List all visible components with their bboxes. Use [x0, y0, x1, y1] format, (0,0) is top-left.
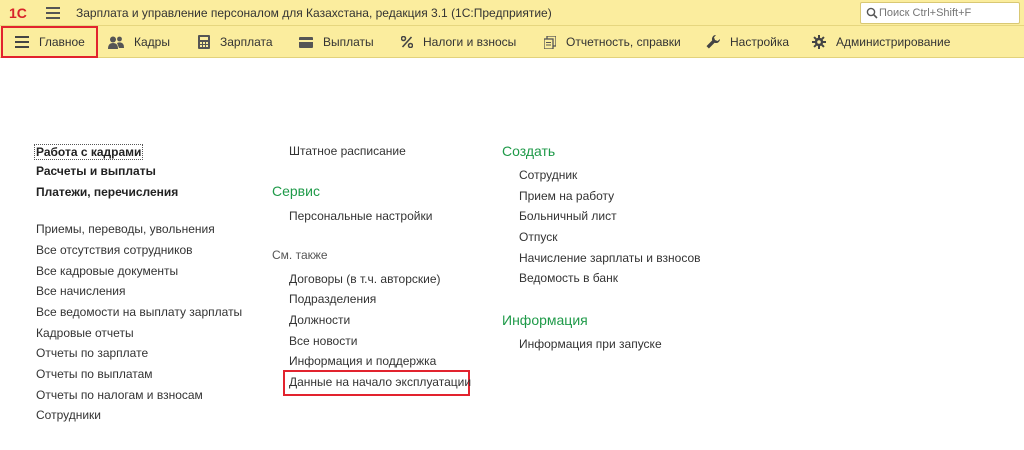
section-label: Выплаты: [323, 35, 374, 49]
people-icon: [108, 36, 124, 49]
documents-icon: [544, 35, 556, 49]
section-taxes[interactable]: Налоги и взносы: [401, 26, 516, 58]
section-label: Налоги и взносы: [423, 35, 517, 49]
group-title-info: Информация: [502, 312, 588, 328]
link-calculations-payments[interactable]: Расчеты и выплаты: [36, 164, 156, 178]
group-title-service: Сервис: [272, 183, 320, 199]
section-administration[interactable]: Администрирование: [812, 26, 950, 58]
section-settings[interactable]: Настройка: [706, 26, 789, 58]
calculator-icon: [198, 35, 210, 49]
section-label: Зарплата: [220, 35, 273, 49]
section-payments[interactable]: Выплаты: [299, 26, 374, 58]
sections-panel: Главное Кадры Зарплата Выплаты Налоги и …: [0, 26, 1024, 58]
svg-text:1С: 1С: [9, 5, 27, 21]
list-item[interactable]: Подразделения: [289, 292, 376, 306]
gear-icon: [812, 35, 826, 49]
list-item[interactable]: Отчеты по зарплате: [36, 346, 148, 360]
list-item[interactable]: Прием на работу: [519, 189, 614, 203]
section-hr[interactable]: Кадры: [108, 26, 170, 58]
section-salary[interactable]: Зарплата: [198, 26, 273, 58]
wallet-icon: [299, 36, 313, 48]
section-label: Отчетность, справки: [566, 35, 681, 49]
search-box[interactable]: [860, 2, 1020, 24]
link-initial-data[interactable]: Данные на начало эксплуатации: [289, 375, 471, 389]
main-menu-icon[interactable]: [46, 7, 60, 19]
list-item[interactable]: Все начисления: [36, 284, 126, 298]
list-item[interactable]: Отчеты по налогам и взносам: [36, 388, 203, 402]
link-hr-work[interactable]: Работа с кадрами: [34, 144, 144, 160]
title-bar: 1С Зарплата и управление персоналом для …: [0, 0, 1024, 26]
list-item[interactable]: Ведомость в банк: [519, 271, 618, 285]
percent-icon: [401, 36, 413, 48]
list-item[interactable]: Больничный лист: [519, 209, 617, 223]
list-item[interactable]: Все кадровые документы: [36, 264, 178, 278]
list-item[interactable]: Все отсутствия сотрудников: [36, 243, 193, 257]
list-item[interactable]: Должности: [289, 313, 350, 327]
section-reports[interactable]: Отчетность, справки: [544, 26, 681, 58]
1c-logo-icon[interactable]: 1С: [8, 4, 36, 22]
list-item[interactable]: Информация при запуске: [519, 337, 662, 351]
list-item[interactable]: Кадровые отчеты: [36, 326, 134, 340]
group-title-create: Создать: [502, 143, 556, 159]
list-item[interactable]: Отчеты по выплатам: [36, 367, 153, 381]
wrench-icon: [706, 35, 720, 49]
section-label: Главное: [39, 35, 85, 49]
list-item[interactable]: Отпуск: [519, 230, 557, 244]
group-title-see-also: См. также: [272, 248, 328, 262]
section-label: Настройка: [730, 35, 790, 49]
link-payments-transfers[interactable]: Платежи, перечисления: [36, 185, 178, 199]
window-title: Зарплата и управление персоналом для Каз…: [76, 6, 552, 20]
section-main[interactable]: Главное: [1, 26, 98, 58]
section-label: Администрирование: [836, 35, 951, 49]
section-label: Кадры: [134, 35, 170, 49]
list-item[interactable]: Начисление зарплаты и взносов: [519, 251, 701, 265]
list-item[interactable]: Все новости: [289, 334, 357, 348]
list-item[interactable]: Информация и поддержка: [289, 354, 436, 368]
list-item[interactable]: Сотрудник: [519, 168, 577, 182]
search-icon: [866, 7, 878, 19]
list-item[interactable]: Все ведомости на выплату зарплаты: [36, 305, 242, 319]
list-item[interactable]: Приемы, переводы, увольнения: [36, 222, 215, 236]
list-item[interactable]: Договоры (в т.ч. авторские): [289, 272, 441, 286]
list-item[interactable]: Сотрудники: [36, 408, 101, 422]
list-icon: [15, 36, 29, 48]
search-input[interactable]: [879, 5, 1017, 21]
list-item[interactable]: Персональные настройки: [289, 209, 432, 223]
link-staff-schedule[interactable]: Штатное расписание: [289, 144, 406, 158]
